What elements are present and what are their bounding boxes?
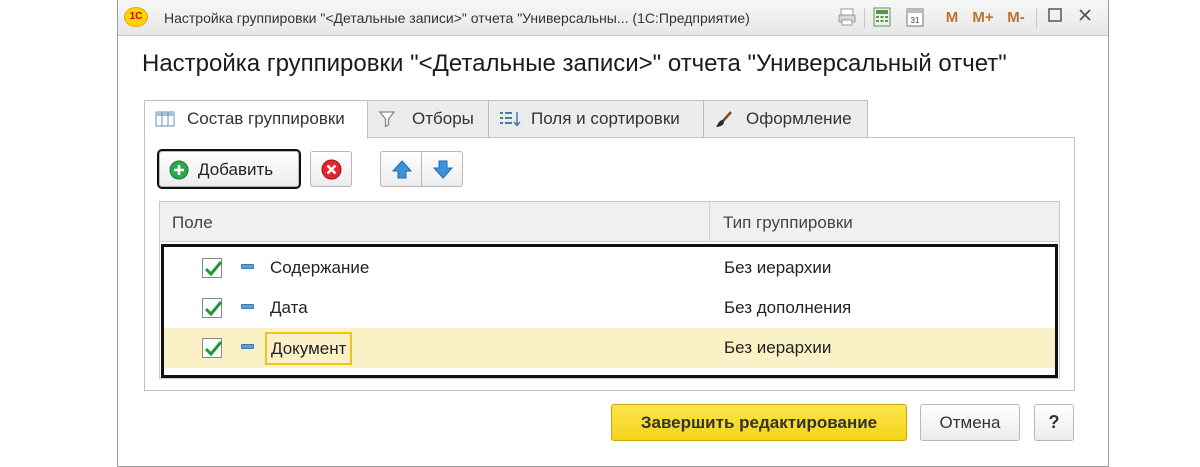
calendar-icon[interactable]: 31 <box>904 7 926 29</box>
column-header-field[interactable]: Поле <box>172 213 213 233</box>
filter-icon <box>378 110 396 133</box>
row-field: Дата <box>270 298 308 317</box>
form-heading: Настройка группировки "<Детальные записи… <box>142 50 1007 77</box>
arrow-down-icon <box>432 160 454 184</box>
checkmark-icon <box>204 341 223 357</box>
grouping-table: Поле Тип группировки Содержание Без иера… <box>159 201 1060 379</box>
add-button-label: Добавить <box>198 160 274 179</box>
table-rows: Содержание Без иерархии Дата Без дополне… <box>161 244 1058 378</box>
app-logo: 1С <box>124 7 148 27</box>
row-checkbox[interactable] <box>202 258 223 278</box>
delete-button[interactable] <box>310 151 352 187</box>
delete-icon <box>321 159 342 185</box>
svg-text:31: 31 <box>911 16 920 25</box>
tab-label: Оформление <box>746 109 852 128</box>
title-bar: 1С Настройка группировки "<Детальные зап… <box>118 0 1108 36</box>
table-row-selected[interactable]: Документ Без иерархии <box>164 328 1055 368</box>
checkmark-icon <box>204 261 223 277</box>
title-separator <box>864 8 865 28</box>
memory-m-minus-button[interactable]: M- <box>1004 9 1028 31</box>
tab-label: Состав группировки <box>187 109 345 128</box>
column-separator <box>709 202 710 242</box>
title-separator <box>1036 8 1037 28</box>
brush-icon <box>714 110 734 135</box>
row-group-type[interactable]: Без иерархии <box>724 258 831 278</box>
row-field: Содержание <box>270 258 370 277</box>
field-type-icon <box>241 344 254 349</box>
field-type-icon <box>241 304 254 309</box>
memory-m-plus-button[interactable]: M+ <box>970 9 996 31</box>
tab-grouping[interactable]: Состав группировки <box>144 100 368 139</box>
maximize-icon[interactable] <box>1044 7 1066 29</box>
column-header-group-type[interactable]: Тип группировки <box>723 213 853 233</box>
grouping-icon <box>155 110 175 133</box>
calculator-icon[interactable] <box>871 7 893 29</box>
table-row[interactable]: Дата Без дополнения <box>164 288 1055 328</box>
finish-editing-button[interactable]: Завершить редактирование <box>611 404 907 441</box>
help-button[interactable]: ? <box>1034 404 1074 441</box>
arrow-up-icon <box>391 160 413 184</box>
tab-appearance[interactable]: Оформление <box>703 100 868 138</box>
table-header: Поле Тип группировки <box>160 202 1059 242</box>
checkmark-icon <box>204 301 223 317</box>
row-group-type[interactable]: Без дополнения <box>724 298 851 318</box>
table-row[interactable]: Содержание Без иерархии <box>164 248 1055 288</box>
memory-m-button[interactable]: M <box>944 9 960 31</box>
tab-filters[interactable]: Отборы <box>367 100 489 138</box>
row-field[interactable]: Документ <box>265 332 353 365</box>
dialog-window: 1С Настройка группировки "<Детальные зап… <box>117 0 1109 467</box>
print-icon[interactable] <box>836 7 858 29</box>
tab-label: Поля и сортировки <box>531 109 680 128</box>
row-checkbox[interactable] <box>202 298 223 318</box>
move-down-button[interactable] <box>421 151 463 187</box>
add-icon <box>169 160 189 185</box>
row-checkbox[interactable] <box>202 338 223 358</box>
row-group-type[interactable]: Без иерархии <box>724 338 831 358</box>
close-icon[interactable] <box>1074 7 1096 29</box>
field-type-icon <box>241 264 254 269</box>
cancel-button[interactable]: Отмена <box>920 404 1020 441</box>
window-title: Настройка группировки "<Детальные записи… <box>164 10 750 26</box>
add-button[interactable]: Добавить <box>157 149 301 189</box>
tab-label: Отборы <box>412 109 474 128</box>
sort-fields-icon <box>499 110 521 133</box>
move-up-button[interactable] <box>380 151 422 187</box>
grouping-panel: Добавить Поле Тип группировки Содержание… <box>144 137 1075 391</box>
tab-fields-sorting[interactable]: Поля и сортировки <box>488 100 704 138</box>
